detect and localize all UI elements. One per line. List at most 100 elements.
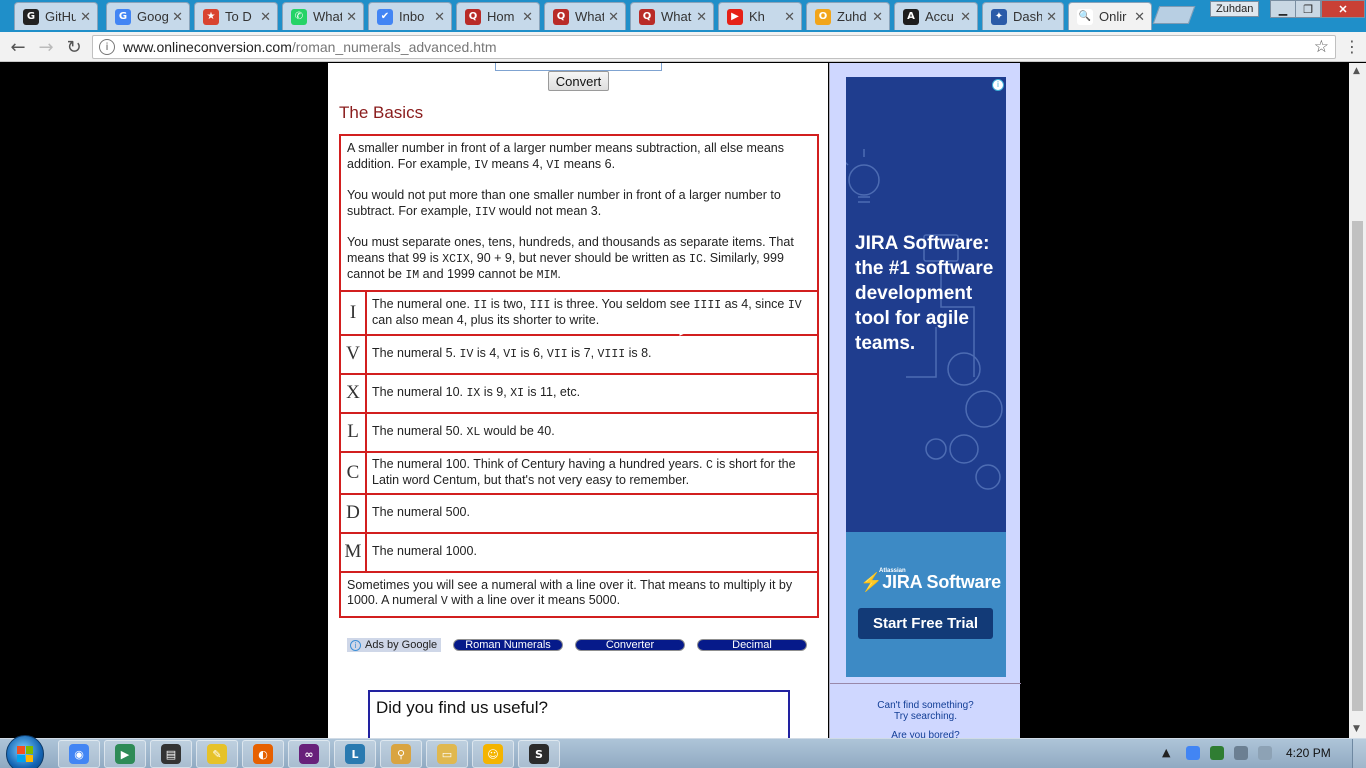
quora-icon: Q — [465, 8, 481, 25]
volume-tray-icon[interactable] — [1258, 746, 1272, 760]
roman-numeral-code: II — [473, 298, 488, 312]
taskbar-app-6[interactable]: L — [334, 740, 376, 768]
tab-9[interactable]: O Zuhd ✕ — [806, 2, 890, 30]
new-tab-button[interactable] — [1152, 6, 1196, 24]
taskbar-app-3[interactable]: ✎ — [196, 740, 238, 768]
close-tab-icon[interactable]: ✕ — [784, 9, 795, 25]
taskbar-app-0[interactable]: ◉ — [58, 740, 100, 768]
tab-8[interactable]: ▶ Kh ✕ — [718, 2, 802, 30]
taskbar-app-5[interactable]: ∞ — [288, 740, 330, 768]
roman-numeral-code: III — [529, 298, 551, 312]
text-segment: and 1999 cannot be — [419, 267, 537, 281]
jira-advertisement[interactable]: i JIRA Software: the #1 software develop… — [846, 77, 1006, 677]
ad-link-decimal[interactable]: Decimal — [697, 639, 807, 651]
taskbar-app-1[interactable]: ▶ — [104, 740, 146, 768]
tab-11[interactable]: ✦ Dash ✕ — [982, 2, 1064, 30]
close-tab-icon[interactable]: ✕ — [346, 9, 357, 25]
close-tab-icon[interactable]: ✕ — [1134, 9, 1145, 25]
text-segment: would be 40. — [480, 423, 555, 438]
ad-brand-text: JIRA Software — [882, 572, 1001, 592]
tab-0[interactable]: G GitHu ✕ — [14, 2, 98, 30]
scroll-up-icon[interactable]: ▲ — [1353, 66, 1362, 76]
profile-button[interactable]: Zuhdan — [1210, 1, 1260, 17]
taskbar-app-9[interactable]: ☺ — [472, 740, 514, 768]
lync-icon: L — [345, 744, 365, 764]
search-prompt-line-2: Try searching. — [894, 711, 957, 722]
windows-logo-icon — [17, 746, 33, 762]
numeral-symbol: X — [339, 372, 367, 414]
numeral-symbol: C — [339, 450, 367, 495]
chrome-icon: ◉ — [69, 744, 89, 764]
tab-1[interactable]: G Goog ✕ — [106, 2, 190, 30]
chrome-tray-icon[interactable] — [1186, 746, 1200, 760]
tab-5[interactable]: Q Hom ✕ — [456, 2, 540, 30]
numeral-input[interactable] — [495, 63, 662, 71]
close-tab-icon[interactable]: ✕ — [696, 9, 707, 25]
numeral-row: L The numeral 50. XL would be 40. — [339, 411, 819, 453]
close-tab-icon[interactable]: ✕ — [434, 9, 445, 25]
ad-info-icon: i — [350, 639, 361, 651]
ad-link-roman-numerals[interactable]: Roman Numerals — [453, 639, 563, 651]
text-segment: would not mean 3. — [495, 203, 602, 218]
tab-7[interactable]: Q What ✕ — [630, 2, 714, 30]
page-info-icon[interactable]: i — [99, 39, 115, 55]
minimize-button[interactable]: ▁ — [1270, 0, 1296, 18]
tab-6[interactable]: Q What ✕ — [544, 2, 626, 30]
ad-link-converter[interactable]: Converter — [575, 639, 685, 651]
scroll-thumb[interactable] — [1352, 221, 1363, 711]
tab-4[interactable]: ✔ Inbo ✕ — [368, 2, 452, 30]
taskbar-app-4[interactable]: ◐ — [242, 740, 284, 768]
start-button[interactable] — [6, 735, 44, 768]
network-tray-icon[interactable] — [1234, 746, 1248, 760]
close-tab-icon[interactable]: ✕ — [172, 9, 183, 25]
search-prompt[interactable]: Can't find something? Try searching. — [830, 683, 1021, 722]
roman-numeral-code: VI — [546, 158, 561, 172]
close-tab-icon[interactable]: ✕ — [1046, 9, 1057, 25]
security-tray-icon[interactable] — [1210, 746, 1224, 760]
tab-3[interactable]: ✆ What ✕ — [282, 2, 364, 30]
ads-by-google-label[interactable]: i Ads by Google — [347, 638, 442, 652]
close-tab-icon[interactable]: ✕ — [522, 9, 533, 25]
roman-numeral-code: IV — [787, 298, 802, 312]
taskbar-app-10[interactable]: S — [518, 740, 560, 768]
address-bar[interactable]: i www.onlineconversion.com/roman_numeral… — [92, 35, 1336, 59]
close-tab-icon[interactable]: ✕ — [80, 9, 91, 25]
sticky-notes-icon: ✎ — [207, 744, 227, 764]
forward-button[interactable]: → — [34, 36, 58, 58]
scroll-down-icon[interactable]: ▼ — [1353, 724, 1362, 734]
close-window-button[interactable]: ✕ — [1321, 0, 1365, 18]
text-segment: is 9, — [480, 384, 511, 399]
vertical-scrollbar[interactable]: ▲ ▼ — [1349, 63, 1366, 738]
taskbar-app-2[interactable]: ▤ — [150, 740, 192, 768]
reload-button[interactable]: ↻ — [62, 36, 86, 58]
tab-10[interactable]: A Accu ✕ — [894, 2, 978, 30]
screen: Zuhdan ▁ ❐ ✕ G GitHu ✕ G Goog ✕ ★ To D ✕ ✆ What ✕ ✔ I… — [0, 0, 1366, 768]
close-tab-icon[interactable]: ✕ — [872, 9, 883, 25]
taskbar-app-8[interactable]: ▭ — [426, 740, 468, 768]
bored-link[interactable]: Are you bored? — [830, 730, 1021, 738]
taskbar-app-7[interactable]: ⚲ — [380, 740, 422, 768]
roman-numeral-code: IC — [689, 252, 703, 266]
numeral-row: I The numeral one. II is two, III is thre… — [339, 289, 819, 336]
browser-menu-icon[interactable]: ⋮ — [1344, 36, 1360, 58]
start-free-trial-button[interactable]: Start Free Trial — [858, 608, 993, 639]
system-clock[interactable]: 4:20 PM — [1286, 746, 1331, 760]
show-hidden-icons-icon[interactable]: ▲ — [1162, 746, 1170, 759]
bookmark-star-icon[interactable]: ☆ — [1314, 37, 1329, 57]
tab-2[interactable]: ★ To D ✕ — [194, 2, 278, 30]
close-tab-icon[interactable]: ✕ — [260, 9, 271, 25]
close-tab-icon[interactable]: ✕ — [608, 9, 619, 25]
roman-numeral-code: XL — [466, 425, 481, 439]
close-tab-icon[interactable]: ✕ — [960, 9, 971, 25]
numeral-symbol: V — [339, 333, 367, 375]
convert-button[interactable]: Convert — [548, 71, 609, 91]
back-button[interactable]: ← — [6, 36, 30, 58]
tab-title: Hom — [487, 9, 515, 24]
restore-button[interactable]: ❐ — [1295, 0, 1321, 18]
text-segment: , 90 + 9, but never should be written as — [469, 250, 690, 265]
tab-title: Accu — [925, 9, 954, 24]
tab-title: What — [313, 9, 343, 24]
roman-numeral-code: C — [706, 458, 713, 472]
tab-12[interactable]: 🔍 Onlir ✕ — [1068, 2, 1152, 30]
show-desktop-button[interactable] — [1352, 739, 1366, 768]
